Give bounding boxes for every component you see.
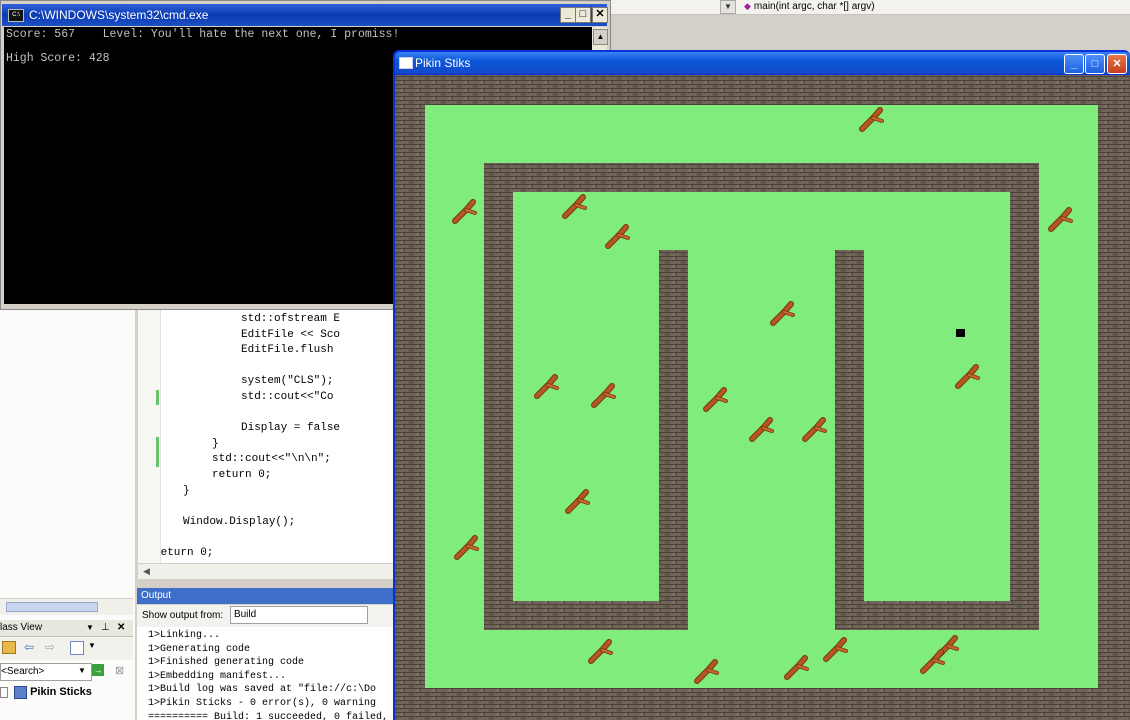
code-line: } — [212, 437, 219, 450]
class-view-header: lass View ▼ ⊥ ✕ — [0, 620, 133, 637]
back-arrow-icon[interactable]: ⇦ — [24, 640, 34, 654]
function-dropdown-label: main(int argc, char *[] argv) — [753, 1, 875, 12]
function-dropdown[interactable]: ◆ main(int argc, char *[] argv) — [744, 0, 875, 13]
maximize-button[interactable]: □ — [575, 7, 591, 23]
cmd-icon: C:\ — [8, 9, 24, 22]
brick-wall-bottom-left — [484, 601, 688, 630]
output-line: 1>Generating code — [148, 643, 251, 655]
class-view-toolbar: ⇦ ⇨ ▼ — [0, 638, 133, 660]
window-icon — [399, 57, 413, 69]
console-line: High Score: 428 — [6, 52, 110, 65]
show-output-from-select[interactable]: Build — [229, 606, 368, 625]
scrollbar-thumb[interactable] — [6, 602, 98, 612]
cmd-title-text: C:\WINDOWS\system32\cmd.exe — [29, 8, 209, 22]
brick-pillar-right — [835, 250, 864, 630]
code-line: std::cout<<"\n\n"; — [212, 453, 331, 466]
project-icon — [14, 685, 28, 699]
brick-wall-bottom-right — [835, 601, 1039, 630]
editor-horizontal-scrollbar[interactable]: ◀ — [138, 563, 393, 579]
output-line: 1>Finished generating code — [148, 657, 305, 669]
method-icon: ◆ — [744, 1, 751, 11]
tree-item-project[interactable]: Pikin Sticks — [30, 686, 92, 698]
console-line: Score: 567 Level: You'll hate the next o… — [6, 28, 400, 41]
change-marker — [156, 437, 159, 467]
go-icon[interactable]: → — [92, 664, 104, 676]
editor-gutter — [138, 308, 161, 563]
dropdown-icon[interactable]: ▼ — [88, 641, 96, 650]
forward-arrow-icon[interactable]: ⇨ — [45, 640, 55, 654]
pin-icon[interactable]: ⊥ — [101, 620, 110, 636]
code-line: EditFile << Sco — [241, 328, 341, 341]
folder-icon[interactable] — [2, 641, 16, 654]
show-output-from-label: Show output from: — [142, 610, 224, 621]
class-view-tree: Pikin Sticks — [0, 684, 92, 700]
output-title-text: Output — [141, 590, 172, 601]
brick-wall-top — [484, 163, 1039, 192]
settings-icon[interactable] — [70, 641, 84, 655]
cmd-titlebar[interactable]: C:\WINDOWS\system32\cmd.exe — [2, 4, 607, 26]
brick-pillar-left — [659, 250, 688, 630]
output-toolbar: Show output from: Build — [137, 605, 393, 627]
output-line: 1>Linking... — [148, 630, 221, 641]
close-icon[interactable]: ✕ — [117, 620, 125, 636]
output-log: 1>Linking... 1>Generating code 1>Finished … — [137, 627, 393, 720]
code-line: Display = false — [241, 422, 341, 435]
brick-wall-right — [1010, 163, 1039, 630]
output-line: 1>Pikin Sticks - 0 error(s), 0 warning — [148, 698, 377, 709]
code-line: EditFile.flush — [241, 344, 334, 357]
grass-field — [425, 105, 1098, 688]
code-editor[interactable]: std::ofstream EEditFile << ScoEditFile.f… — [161, 308, 393, 563]
chevron-down-icon[interactable]: ▼ — [78, 666, 86, 675]
code-line: Window.Display(); — [183, 515, 296, 528]
code-line: return 0; — [161, 547, 214, 559]
filter-icon[interactable]: ⊠ — [115, 664, 124, 677]
scroll-up-icon[interactable]: ▲ — [593, 29, 608, 45]
output-line: ========== Build: 1 succeeded, 0 failed,… — [148, 711, 389, 720]
close-button[interactable]: ✕ — [592, 7, 608, 23]
expand-icon[interactable] — [0, 686, 8, 698]
class-view-title: lass View — [0, 622, 43, 633]
dropdown-icon[interactable]: ▼ — [86, 620, 94, 636]
search-placeholder: <Search> — [1, 666, 45, 677]
minimize-button[interactable]: _ — [560, 7, 576, 23]
code-line: return 0; — [212, 469, 272, 481]
scroll-left-icon[interactable]: ◀ — [143, 566, 150, 576]
code-line: std::ofstream E — [241, 313, 341, 325]
player-character — [956, 329, 965, 337]
output-panel-title: Output — [137, 588, 393, 604]
game-canvas[interactable] — [395, 75, 1130, 720]
game-titlebar[interactable]: Pikin Stiks — [395, 52, 1130, 74]
code-line: std::cout<<"Co — [241, 391, 334, 403]
close-button[interactable]: ✕ — [1107, 54, 1127, 74]
code-line: } — [183, 484, 190, 497]
chevron-down-icon[interactable]: ▼ — [720, 0, 736, 14]
code-line: system("CLS"); — [241, 375, 334, 388]
change-marker — [156, 390, 159, 405]
game-title-text: Pikin Stiks — [415, 56, 471, 70]
brick-wall-left — [484, 163, 513, 630]
maximize-button[interactable]: □ — [1085, 54, 1105, 74]
output-line: 1>Build log was saved at "file://c:\Do — [148, 684, 377, 696]
output-line: 1>Embedding manifest... — [148, 670, 287, 682]
minimize-button[interactable]: _ — [1064, 54, 1084, 74]
